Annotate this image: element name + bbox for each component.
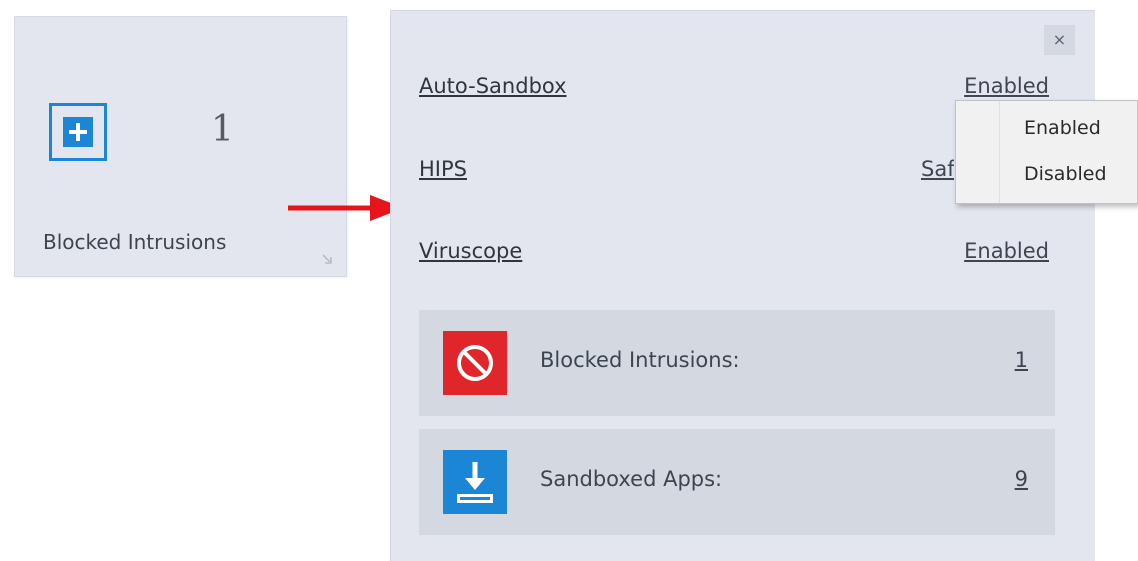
plus-shield-icon (49, 103, 107, 161)
tile-count: 1 (211, 109, 234, 150)
tile-label: Blocked Intrusions (43, 230, 227, 254)
menu-item-enabled[interactable]: Enabled (1024, 117, 1101, 139)
blocked-intrusions-row: Blocked Intrusions: 1 (419, 310, 1055, 416)
blocked-icon (443, 331, 507, 395)
security-panel: × Auto-Sandbox Enabled HIPS Safe Mode Vi… (390, 10, 1095, 561)
hips-link[interactable]: HIPS (419, 157, 467, 181)
auto-sandbox-status[interactable]: Enabled (964, 74, 1049, 98)
sandboxed-apps-label: Sandboxed Apps: (540, 467, 723, 491)
blocked-intrusions-tile[interactable]: 1 Blocked Intrusions (14, 16, 347, 277)
blocked-intrusions-label: Blocked Intrusions: (540, 348, 740, 372)
expand-arrow-icon[interactable] (321, 253, 333, 265)
red-arrow-icon (288, 195, 404, 221)
viruscope-link[interactable]: Viruscope (419, 239, 522, 263)
menu-gutter (956, 101, 1000, 203)
sandboxed-apps-count[interactable]: 9 (1015, 467, 1028, 491)
close-button[interactable]: × (1044, 25, 1075, 55)
sandboxed-apps-row: Sandboxed Apps: 9 (419, 429, 1055, 535)
menu-item-disabled[interactable]: Disabled (1024, 163, 1107, 185)
status-dropdown-menu: Enabled Disabled (955, 100, 1138, 204)
viruscope-status[interactable]: Enabled (964, 239, 1049, 263)
download-icon (443, 450, 507, 514)
auto-sandbox-link[interactable]: Auto-Sandbox (419, 74, 567, 98)
hips-status[interactable]: Safe Mode (921, 157, 954, 181)
blocked-intrusions-count[interactable]: 1 (1015, 348, 1028, 372)
